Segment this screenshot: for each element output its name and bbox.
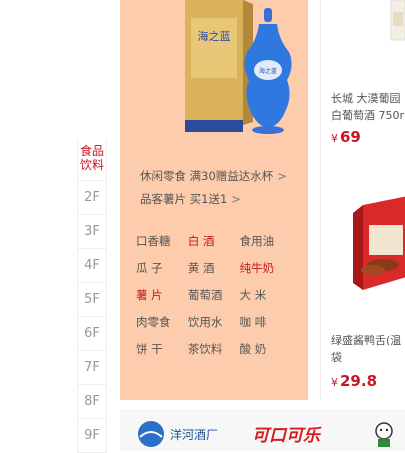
promo-link-2[interactable]: 品客薯片 买1送1 > — [140, 191, 241, 207]
keyword-link[interactable]: 酸 奶 — [240, 336, 288, 363]
coca-cola-logo-text: 可口可乐 — [252, 426, 322, 446]
floor-nav-current[interactable]: 食品 饮料 — [78, 140, 106, 181]
keyword-row: 肉零食 饮用水 咖 啡 — [136, 309, 286, 336]
duck-product-name[interactable]: 绿盛酱鸭舌(温 袋 — [331, 332, 401, 366]
floor-7f[interactable]: 7F — [78, 351, 106, 385]
featured-liquor-image[interactable]: 海之蓝 海之蓝 — [155, 0, 295, 140]
bottle-brand-text: 海之蓝 — [259, 67, 277, 75]
keyword-grid: 口香糖 白 酒 食用油 瓜 子 黄 酒 纯牛奶 薯 片 葡萄酒 大 米 肉零食 … — [136, 228, 286, 363]
chevron-right-icon: > — [277, 169, 287, 183]
duck-name-line1: 绿盛酱鸭舌(温 — [331, 334, 402, 347]
keyword-link[interactable]: 瓜 子 — [136, 255, 184, 282]
wine-product-name[interactable]: 长城 大漠葡园 白葡萄酒 750r — [331, 90, 404, 124]
keyword-link-hot[interactable]: 白 酒 — [188, 228, 236, 255]
keyword-row: 口香糖 白 酒 食用油 — [136, 228, 286, 255]
floor-9f[interactable]: 9F — [78, 419, 106, 453]
floor-nav-current-line2: 饮料 — [79, 158, 104, 172]
yanghe-logo-text: 洋河酒厂 — [170, 427, 218, 442]
chevron-right-icon: > — [231, 192, 241, 206]
product-column: 长城 大漠葡园 白葡萄酒 750r ¥69 绿盛酱鸭舌(温 袋 ¥29.8 — [320, 0, 405, 400]
keyword-link[interactable]: 食用油 — [240, 228, 288, 255]
floor-2f[interactable]: 2F — [78, 181, 106, 215]
floor-8f[interactable]: 8F — [78, 385, 106, 419]
floor-nav: 食品 饮料 2F 3F 4F 5F 6F 7F 8F 9F — [77, 140, 107, 453]
keyword-link[interactable]: 饮用水 — [188, 309, 236, 336]
keyword-link[interactable]: 茶饮料 — [188, 336, 236, 363]
box-brand-text: 海之蓝 — [198, 29, 231, 43]
keyword-link[interactable]: 葡萄酒 — [188, 282, 236, 309]
duck-tongue-product-image[interactable] — [343, 195, 405, 305]
keyword-link[interactable]: 肉零食 — [136, 309, 184, 336]
wine-product-image[interactable] — [381, 0, 405, 70]
brand-strip: 洋河酒厂 可口可乐 — [120, 410, 405, 451]
promo-1-text: 休闲零食 满30赠益达水杯 — [140, 169, 274, 183]
wine-price-value: 69 — [340, 128, 361, 146]
wine-name-line2: 白葡萄酒 750r — [331, 109, 405, 122]
keyword-link[interactable]: 饼 干 — [136, 336, 184, 363]
keyword-row: 瓜 子 黄 酒 纯牛奶 — [136, 255, 286, 282]
yanghe-logo[interactable]: 洋河酒厂 — [136, 419, 226, 449]
keyword-link[interactable]: 口香糖 — [136, 228, 184, 255]
duck-name-line2: 袋 — [331, 351, 342, 364]
keyword-link[interactable]: 咖 啡 — [240, 309, 288, 336]
keyword-link[interactable]: 大 米 — [240, 282, 288, 309]
wahaha-logo[interactable] — [372, 419, 405, 449]
duck-price-value: 29.8 — [340, 372, 378, 390]
keyword-link[interactable]: 黄 酒 — [188, 255, 236, 282]
keyword-row: 饼 干 茶饮料 酸 奶 — [136, 336, 286, 363]
duck-price: ¥29.8 — [331, 372, 377, 390]
keyword-link-hot[interactable]: 纯牛奶 — [240, 255, 288, 282]
category-panel: 海之蓝 海之蓝 休闲零食 满30赠益达水杯 > 品客薯片 买1送1 > 口香糖 白 … — [120, 0, 308, 400]
wine-name-line1: 长城 大漠葡园 — [331, 92, 401, 105]
wine-currency: ¥ — [331, 132, 338, 145]
coca-cola-logo[interactable]: 可口可乐 — [250, 419, 345, 449]
keyword-row: 薯 片 葡萄酒 大 米 — [136, 282, 286, 309]
floor-3f[interactable]: 3F — [78, 215, 106, 249]
keyword-link-hot[interactable]: 薯 片 — [136, 282, 184, 309]
floor-5f[interactable]: 5F — [78, 283, 106, 317]
floor-nav-current-line1: 食品 — [79, 144, 104, 158]
promo-2-text: 品客薯片 买1送1 — [140, 192, 228, 206]
duck-currency: ¥ — [331, 376, 338, 389]
floor-6f[interactable]: 6F — [78, 317, 106, 351]
promo-link-1[interactable]: 休闲零食 满30赠益达水杯 > — [140, 168, 287, 184]
floor-4f[interactable]: 4F — [78, 249, 106, 283]
wine-price: ¥69 — [331, 128, 361, 146]
